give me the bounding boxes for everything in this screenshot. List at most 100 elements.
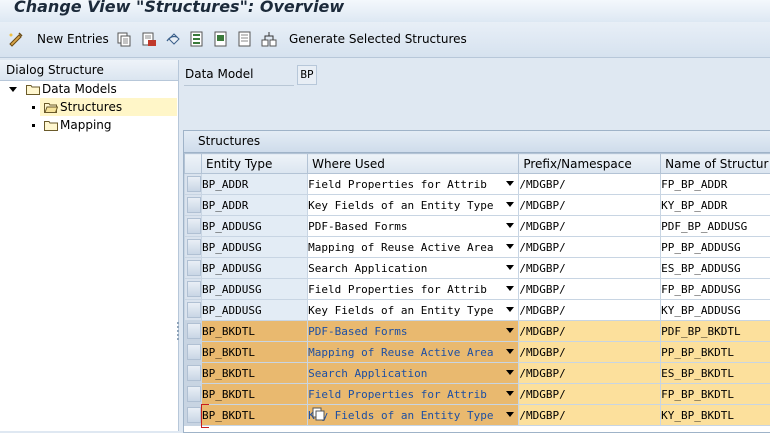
select-all-button[interactable] (189, 30, 205, 48)
structure-name-field[interactable]: PDF_BP_BKDTL (661, 321, 770, 342)
table-row[interactable]: BP_ADDUSGPDF-Based Forms/MDGBP/PDF_BP_AD… (185, 216, 770, 237)
table-row[interactable]: BP_BKDTLField Properties for Attrib/MDGB… (185, 384, 770, 405)
row-selector-button[interactable] (187, 386, 201, 402)
structure-name-field[interactable]: PDF_BP_ADDUSG (661, 216, 770, 237)
where-used-dropdown[interactable]: PDF-Based Forms (308, 321, 519, 342)
structure-name-field[interactable]: PP_BP_BKDTL (661, 342, 770, 363)
prefix-namespace-field[interactable]: /MDGBP/ (519, 174, 661, 195)
dropdown-arrow-icon[interactable] (506, 223, 514, 228)
prefix-namespace-field[interactable]: /MDGBP/ (519, 321, 661, 342)
table-row[interactable]: BP_ADDUSGMapping of Reuse Active Area/MD… (185, 237, 770, 258)
table-row[interactable]: BP_ADDUSGKey Fields of an Entity Type/MD… (185, 300, 770, 321)
tree-item-mapping[interactable]: Mapping (32, 117, 112, 134)
pane-splitter[interactable] (176, 320, 180, 344)
prefix-namespace-field[interactable]: /MDGBP/ (519, 195, 661, 216)
column-header-entity-type[interactable]: Entity Type (202, 154, 308, 174)
table-row[interactable]: BP_BKDTLKey Fields of an Entity Type/MDG… (185, 405, 770, 426)
dropdown-arrow-icon[interactable] (506, 412, 514, 417)
where-used-dropdown[interactable]: Mapping of Reuse Active Area (308, 342, 519, 363)
row-selector[interactable] (185, 405, 202, 426)
deselect-all-button[interactable] (237, 30, 253, 48)
structure-name-field[interactable]: KY_BP_BKDTL (661, 405, 770, 426)
prefix-namespace-field[interactable]: /MDGBP/ (519, 405, 661, 426)
table-row[interactable]: BP_BKDTLMapping of Reuse Active Area/MDG… (185, 342, 770, 363)
select-all-rows-header[interactable] (185, 154, 202, 174)
dropdown-arrow-icon[interactable] (506, 391, 514, 396)
dropdown-arrow-icon[interactable] (506, 349, 514, 354)
row-selector-button[interactable] (187, 260, 201, 276)
expand-arrow-icon[interactable] (9, 87, 17, 92)
row-selector[interactable] (185, 174, 202, 195)
prefix-namespace-field[interactable]: /MDGBP/ (519, 384, 661, 405)
structure-name-field[interactable]: KY_BP_ADDUSG (661, 300, 770, 321)
tree-item-structures[interactable]: Structures (32, 99, 122, 116)
where-used-dropdown[interactable]: Field Properties for Attrib (308, 384, 519, 405)
undo-button[interactable] (166, 30, 182, 48)
table-row[interactable]: BP_BKDTLPDF-Based Forms/MDGBP/PDF_BP_BKD… (185, 321, 770, 342)
prefix-namespace-field[interactable]: /MDGBP/ (519, 216, 661, 237)
prefix-namespace-field[interactable]: /MDGBP/ (519, 342, 661, 363)
dropdown-arrow-icon[interactable] (506, 307, 514, 312)
dropdown-arrow-icon[interactable] (506, 370, 514, 375)
table-row[interactable]: BP_ADDRField Properties for Attrib/MDGBP… (185, 174, 770, 195)
dropdown-arrow-icon[interactable] (506, 181, 514, 186)
row-selector-button[interactable] (187, 218, 201, 234)
row-selector-button[interactable] (187, 344, 201, 360)
row-selector[interactable] (185, 195, 202, 216)
dropdown-arrow-icon[interactable] (506, 328, 514, 333)
row-selector-button[interactable] (187, 302, 201, 318)
column-header-name-of-structure[interactable]: Name of Structur (661, 154, 770, 174)
new-entries-button[interactable]: New Entries (8, 30, 109, 48)
structure-name-field[interactable]: KY_BP_ADDR (661, 195, 770, 216)
structure-name-field[interactable]: FP_BP_ADDR (661, 174, 770, 195)
where-used-dropdown[interactable]: Search Application (308, 363, 519, 384)
dropdown-arrow-icon[interactable] (506, 244, 514, 249)
row-selector-button[interactable] (187, 281, 201, 297)
tree-item-data-models[interactable]: Data Models (9, 81, 117, 98)
column-header-where-used[interactable]: Where Used (308, 154, 519, 174)
structure-name-field[interactable]: FP_BP_BKDTL (661, 384, 770, 405)
prefix-namespace-field[interactable]: /MDGBP/ (519, 300, 661, 321)
table-row[interactable]: BP_ADDUSGSearch Application/MDGBP/ES_BP_… (185, 258, 770, 279)
prefix-namespace-field[interactable]: /MDGBP/ (519, 258, 661, 279)
row-selector[interactable] (185, 300, 202, 321)
prefix-namespace-field[interactable]: /MDGBP/ (519, 279, 661, 300)
row-selector[interactable] (185, 279, 202, 300)
where-used-dropdown[interactable]: Field Properties for Attrib (308, 174, 519, 195)
row-selector-button[interactable] (187, 197, 201, 213)
generate-selected-structures-button[interactable]: Generate Selected Structures (289, 30, 467, 48)
structure-name-field[interactable]: PP_BP_ADDUSG (661, 237, 770, 258)
where-used-dropdown[interactable]: PDF-Based Forms (308, 216, 519, 237)
structure-name-field[interactable]: ES_BP_BKDTL (661, 363, 770, 384)
row-selector-button[interactable] (187, 239, 201, 255)
row-selector[interactable] (185, 363, 202, 384)
dropdown-arrow-icon[interactable] (506, 265, 514, 270)
prefix-namespace-field[interactable]: /MDGBP/ (519, 363, 661, 384)
table-row[interactable]: BP_BKDTLSearch Application/MDGBP/ES_BP_B… (185, 363, 770, 384)
dropdown-arrow-icon[interactable] (506, 286, 514, 291)
where-used-dropdown[interactable]: Mapping of Reuse Active Area (308, 237, 519, 258)
where-used-dropdown[interactable]: Search Application (308, 258, 519, 279)
where-used-dropdown[interactable]: Field Properties for Attrib (308, 279, 519, 300)
row-selector[interactable] (185, 384, 202, 405)
row-selector[interactable] (185, 342, 202, 363)
select-block-button[interactable] (213, 30, 229, 48)
structure-name-field[interactable]: FP_BP_ADDUSG (661, 279, 770, 300)
where-used-dropdown[interactable]: Key Fields of an Entity Type (308, 405, 519, 426)
row-selector[interactable] (185, 216, 202, 237)
row-selector[interactable] (185, 237, 202, 258)
column-header-prefix-namespace[interactable]: Prefix/Namespace (519, 154, 661, 174)
row-selector[interactable] (185, 258, 202, 279)
table-row[interactable]: BP_ADDUSGField Properties for Attrib/MDG… (185, 279, 770, 300)
table-row[interactable]: BP_ADDRKey Fields of an Entity Type/MDGB… (185, 195, 770, 216)
row-selector-button[interactable] (187, 176, 201, 192)
copy-button[interactable] (116, 30, 132, 48)
where-used-dropdown[interactable]: Key Fields of an Entity Type (308, 300, 519, 321)
prefix-namespace-field[interactable]: /MDGBP/ (519, 237, 661, 258)
row-selector-button[interactable] (187, 365, 201, 381)
where-used-dropdown[interactable]: Key Fields of an Entity Type (308, 195, 519, 216)
row-selector-button[interactable] (187, 407, 201, 423)
dropdown-arrow-icon[interactable] (506, 202, 514, 207)
row-selector[interactable] (185, 321, 202, 342)
row-selector-button[interactable] (187, 323, 201, 339)
